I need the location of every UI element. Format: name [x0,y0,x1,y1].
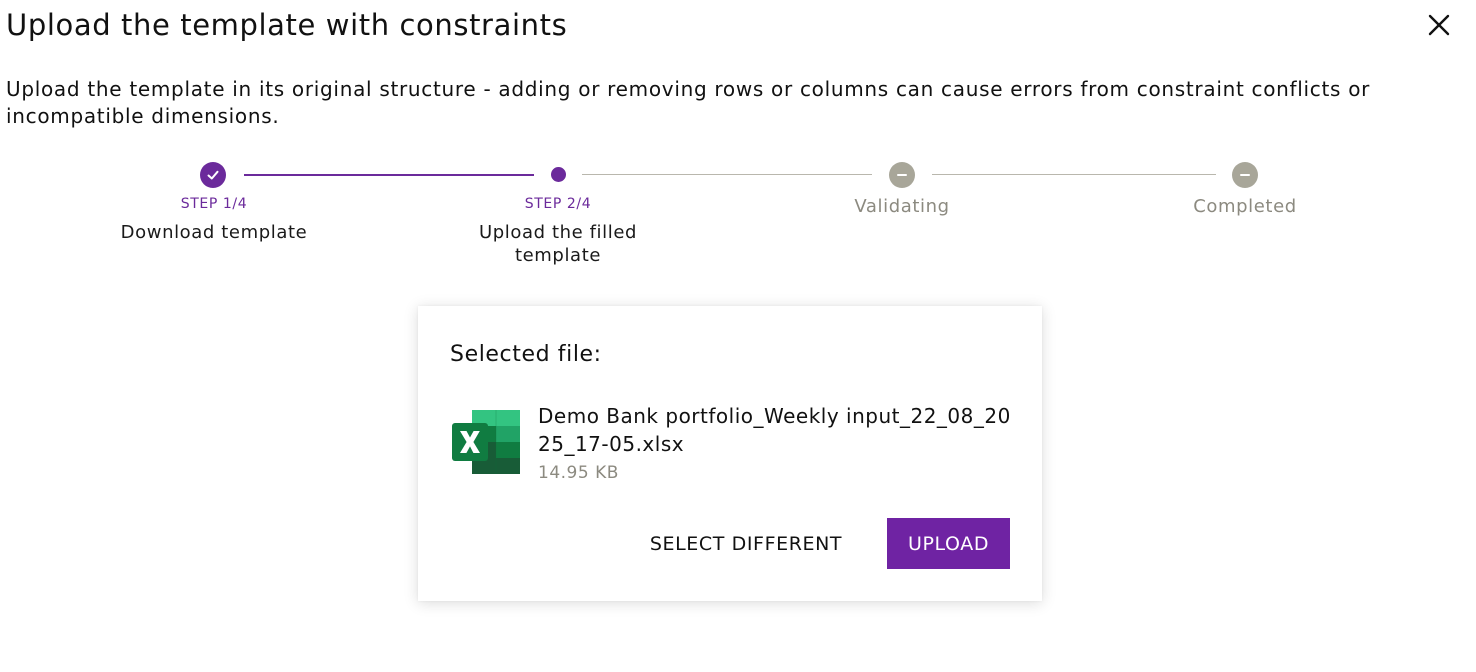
step-1-label: Download template [120,222,308,243]
file-size: 14.95 KB [538,463,619,483]
dialog-description: Upload the template in its original stru… [6,77,1371,128]
step-3-pending-icon [889,162,915,188]
step-connector-2 [582,174,872,175]
step-2-active-icon [551,167,566,182]
step-3-label: Validating [854,196,950,217]
upload-button[interactable]: UPLOAD [887,518,1010,569]
close-button[interactable] [1424,10,1454,40]
step-connector-1 [244,174,534,176]
selected-file-card: Selected file: Demo Bank portfolio_Weekl… [418,306,1042,601]
close-icon [1428,14,1450,36]
step-connector-3 [932,174,1216,175]
excel-file-icon [452,410,520,474]
stepper: STEP 1/4 Download template STEP 2/4 Uplo… [0,160,1476,280]
step-2-number: STEP 2/4 [524,196,592,212]
step-1-check-icon [200,162,226,188]
step-4-label: Completed [1193,196,1297,217]
step-2-label: Upload the filled template [478,222,638,266]
step-1-number: STEP 1/4 [180,196,248,212]
dialog-title: Upload the template with constraints [6,8,568,42]
select-different-button[interactable]: SELECT DIFFERENT [630,518,862,569]
selected-file-heading: Selected file: [450,342,602,367]
file-name: Demo Bank portfolio_Weekly input_22_08_2… [538,404,1011,456]
step-4-pending-icon [1232,162,1258,188]
